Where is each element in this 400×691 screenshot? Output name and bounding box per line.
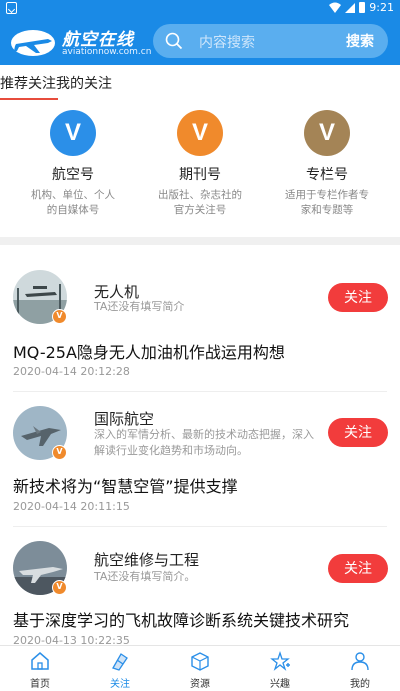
section-title-bar: 推荐关注我的关注	[0, 66, 400, 100]
article-title[interactable]: 基于深度学习的飞机故障诊断系统关键技术研究	[13, 607, 349, 631]
account-categories: V 航空号 机构、单位、个人 的自媒体号 V 期刊号 出版社、杂志社的 官方关注…	[0, 110, 400, 240]
signal-icon	[345, 2, 356, 13]
category-desc-line: 官方关注号	[173, 204, 227, 216]
nav-label: 关注	[110, 679, 130, 690]
author-name[interactable]: 国际航空	[94, 408, 154, 429]
active-tab-underline	[0, 98, 58, 100]
status-bar: 9:21	[0, 0, 400, 17]
follow-button[interactable]: 关注	[328, 418, 388, 447]
v-badge-icon: V	[177, 110, 223, 156]
download-icon	[6, 2, 17, 14]
category-desc-line: 出版社、杂志社的	[158, 189, 242, 201]
category-desc-line: 适用于专栏作者专	[285, 189, 369, 201]
category-journal[interactable]: V 期刊号 出版社、杂志社的 官方关注号	[140, 110, 260, 218]
nav-home[interactable]: 首页	[0, 646, 80, 691]
nav-interest[interactable]: 兴趣	[240, 646, 320, 691]
category-name: 专栏号	[306, 167, 348, 183]
nav-label: 资源	[190, 679, 210, 690]
author-bio: 深入的军情分析、最新的技术动态把握，深入解读行业变化趋势和市场动向。	[94, 428, 314, 457]
category-column[interactable]: V 专栏号 适用于专栏作者专 家和专题等	[267, 110, 387, 218]
status-time: 9:21	[369, 1, 394, 14]
battery-icon	[359, 2, 366, 13]
nav-resources[interactable]: 资源	[160, 646, 240, 691]
category-desc-line: 的自媒体号	[46, 204, 100, 216]
feed-item[interactable]: V 航空维修与工程 TA还没有填写简介。 关注 基于深度学习的飞机故障诊断系统关…	[0, 520, 400, 657]
article-time: 2020-04-14 20:12:28	[13, 365, 130, 378]
article-title[interactable]: MQ-25A隐身无人加油机作战运用构想	[13, 339, 285, 363]
user-icon	[351, 652, 369, 671]
verified-badge-icon: V	[52, 309, 67, 324]
category-name: 航空号	[52, 167, 94, 183]
feed-item[interactable]: V 无人机 TA还没有填写简介 关注 MQ-25A隐身无人加油机作战运用构想 2…	[0, 245, 400, 392]
author-name[interactable]: 航空维修与工程	[94, 549, 199, 570]
author-bio: TA还没有填写简介。	[94, 570, 196, 583]
nav-label: 我的	[350, 679, 370, 690]
follow-button[interactable]: 关注	[328, 554, 388, 583]
search-bar[interactable]: 内容搜索 搜索	[153, 24, 388, 58]
search-icon	[165, 32, 183, 50]
article-title[interactable]: 新技术将为“智慧空管”提供支撑	[13, 473, 238, 497]
v-badge-icon: V	[50, 110, 96, 156]
search-input[interactable]: 内容搜索	[199, 32, 255, 52]
article-time: 2020-04-14 20:11:15	[13, 500, 130, 513]
app-logo[interactable]: 航空在线 aviationnow.com.cn	[10, 23, 151, 61]
star-plus-icon	[270, 650, 290, 671]
category-desc: 机构、单位、个人 的自媒体号	[13, 188, 133, 218]
verified-badge-icon: V	[52, 580, 67, 595]
category-desc: 出版社、杂志社的 官方关注号	[140, 188, 260, 218]
box-icon	[191, 652, 209, 671]
nav-label: 首页	[30, 679, 50, 690]
search-button[interactable]: 搜索	[346, 31, 374, 51]
category-desc-line: 机构、单位、个人	[31, 189, 115, 201]
feed-item[interactable]: V 国际航空 深入的军情分析、最新的技术动态把握，深入解读行业变化趋势和市场动向…	[0, 382, 400, 527]
follow-icon	[112, 653, 128, 671]
home-icon	[31, 652, 49, 670]
bottom-nav: 首页 关注 资源 兴趣 我的	[0, 645, 400, 690]
nav-mine[interactable]: 我的	[320, 646, 400, 691]
follow-button[interactable]: 关注	[328, 283, 388, 312]
app-header: 航空在线 aviationnow.com.cn 内容搜索 搜索	[0, 17, 400, 65]
logo-url: aviationnow.com.cn	[62, 47, 152, 57]
category-desc-line: 家和专题等	[300, 204, 354, 216]
status-right: 9:21	[329, 1, 394, 14]
category-name: 期刊号	[179, 167, 221, 183]
category-desc: 适用于专栏作者专 家和专题等	[267, 188, 387, 218]
nav-label: 兴趣	[270, 679, 290, 690]
nav-follow[interactable]: 关注	[80, 646, 160, 691]
plane-logo-icon	[11, 30, 55, 56]
section-separator	[0, 237, 400, 245]
page-title[interactable]: 推荐关注我的关注	[0, 73, 112, 93]
v-badge-icon: V	[304, 110, 350, 156]
verified-badge-icon: V	[52, 445, 67, 460]
wifi-icon	[329, 2, 342, 13]
author-bio: TA还没有填写简介	[94, 300, 185, 313]
category-aviation[interactable]: V 航空号 机构、单位、个人 的自媒体号	[13, 110, 133, 218]
